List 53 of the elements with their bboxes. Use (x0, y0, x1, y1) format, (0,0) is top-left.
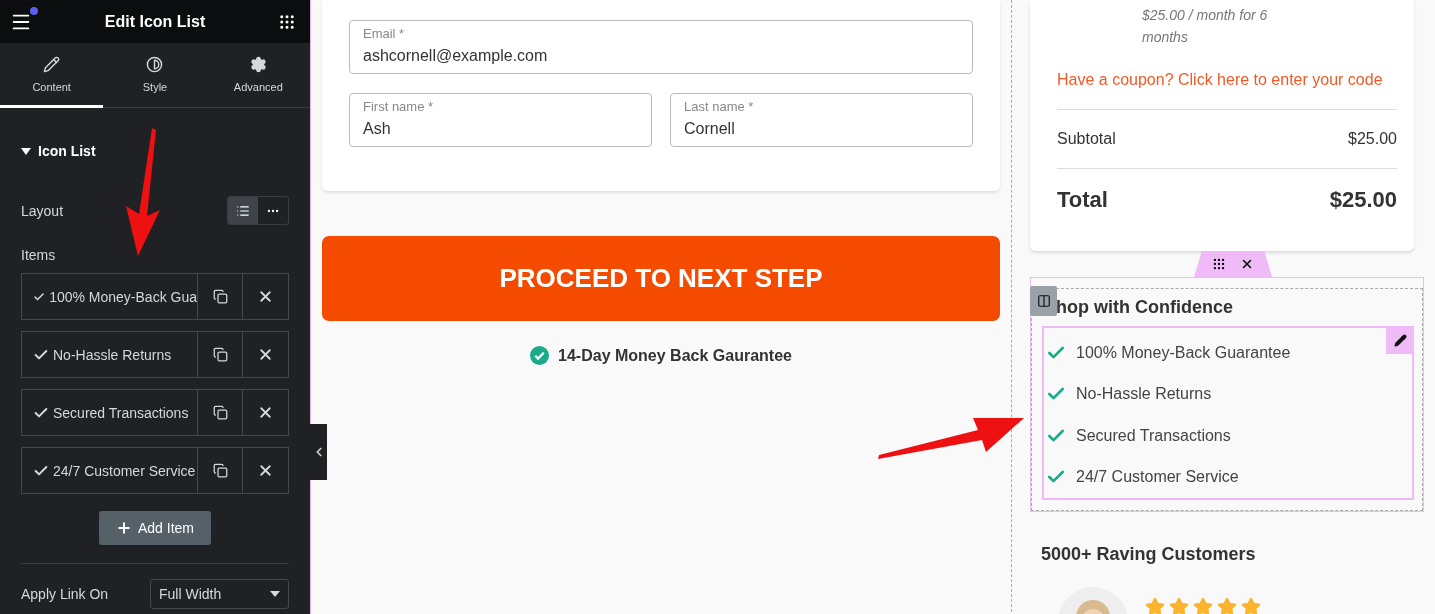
caret-icon (21, 147, 31, 155)
star-icon (1217, 597, 1237, 614)
dropdown-caret-icon (270, 591, 280, 597)
check-circle-icon (530, 346, 550, 365)
subtotal-value: $25.00 (1348, 130, 1397, 148)
close-icon[interactable] (1240, 257, 1254, 271)
reviews-heading: 5000+ Raving Customers (1041, 544, 1257, 565)
copy-icon (212, 347, 228, 362)
subtotal-label: Subtotal (1057, 130, 1116, 148)
panel-tab[interactable]: Style (103, 43, 207, 108)
column-handle-button[interactable] (1030, 286, 1057, 316)
total-label: Total (1057, 187, 1108, 213)
edit-button[interactable] (1386, 326, 1414, 354)
list-item-text: No-Hassle Returns (1076, 385, 1212, 404)
star-icon (1145, 597, 1165, 614)
drag-handle-icon[interactable] (1212, 257, 1226, 271)
star-icon (1193, 597, 1213, 614)
list-item-text: 100% Money-Back Guarantee (1076, 343, 1291, 362)
field-label: Layout (21, 202, 64, 219)
notification-dot (30, 6, 38, 15)
gear-icon (249, 55, 267, 73)
copy-icon (212, 463, 228, 478)
star-icon (1241, 597, 1261, 614)
total-value: $25.00 (1329, 187, 1397, 213)
section-toggle[interactable]: Icon List (21, 143, 289, 159)
panel-title: Edit Icon List (104, 12, 206, 31)
copy-icon (212, 289, 228, 304)
star-icon (1169, 597, 1189, 614)
contrast-icon (146, 55, 164, 73)
price-note: $25.00 / month for 6 months (1142, 6, 1269, 47)
field-label: Items (21, 247, 56, 263)
field-label: Email * (363, 26, 405, 41)
copy-icon (212, 405, 228, 420)
field-label: Apply Link On (21, 586, 109, 602)
list-layout-button[interactable] (228, 197, 258, 224)
add-item-button[interactable]: Add Item (99, 511, 211, 545)
section-heading: hop with Confidence (1056, 297, 1234, 318)
collapse-panel-button[interactable] (310, 424, 327, 480)
field-label: Last name * (684, 99, 754, 114)
proceed-button[interactable]: PROCEED TO NEXT STEP (322, 236, 1000, 321)
link-select[interactable]: Full Width (150, 579, 289, 609)
panel-tab[interactable]: Content (0, 43, 104, 108)
pencil-icon (1393, 333, 1407, 347)
list-item-text: Secured Transactions (1076, 426, 1231, 445)
guarantee-text: 14-Day Money Back Gaurantee (558, 346, 792, 365)
list-icon (236, 203, 250, 218)
columns-icon (1036, 294, 1051, 308)
list-item-text: 24/7 Customer Service (1076, 468, 1239, 487)
plus-icon (116, 520, 132, 536)
panel-tab[interactable]: Advanced (206, 43, 310, 108)
apps-grid-icon[interactable] (278, 12, 296, 31)
field-label: First name * (363, 99, 434, 114)
pencil-icon (43, 55, 61, 73)
